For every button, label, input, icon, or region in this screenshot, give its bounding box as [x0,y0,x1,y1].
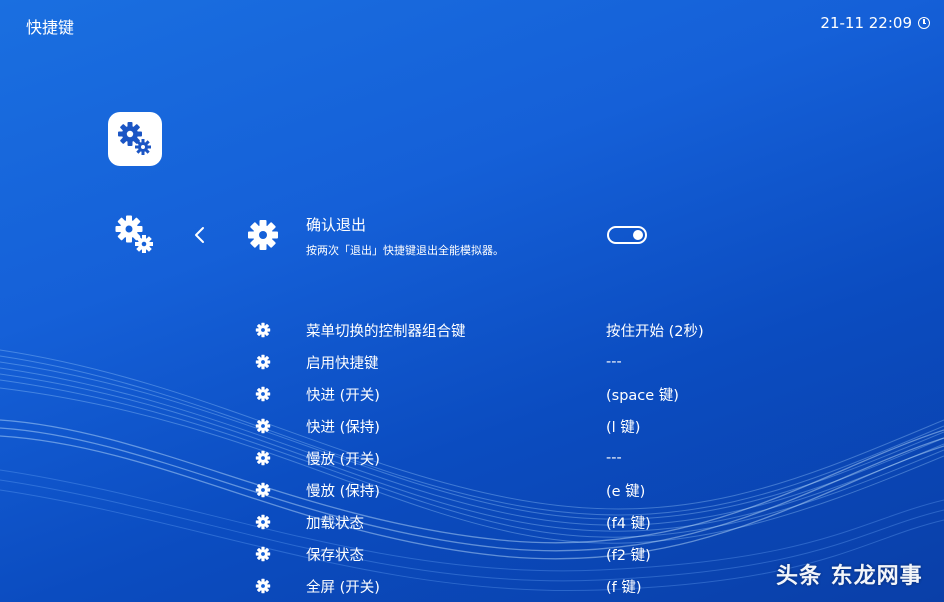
hotkey-label: 保存状态 [306,547,364,564]
gear-icon [252,319,274,341]
chevron-left-icon[interactable] [190,222,210,248]
gear-icon [252,351,274,373]
hotkey-value: (space 键) [606,387,679,404]
hotkey-value: (f2 键) [606,547,651,564]
hotkey-label: 快进 (开关) [306,387,380,404]
selected-setting-title: 确认退出 [306,216,367,234]
hotkey-value: (e 键) [606,483,646,500]
hotkey-row-slow-motion-toggle[interactable]: 慢放 (开关) --- [252,442,932,474]
hotkey-value: --- [606,450,622,466]
gears-icon [118,122,151,155]
hotkey-row-fast-forward-toggle[interactable]: 快进 (开关) (space 键) [252,378,932,410]
hotkey-label: 快进 (保持) [306,419,380,436]
hotkey-label: 加载状态 [306,515,364,532]
hotkey-row-load-state[interactable]: 加载状态 (f4 键) [252,506,932,538]
gear-icon [248,220,278,250]
hotkey-label: 启用快捷键 [306,355,379,372]
confirm-quit-toggle[interactable] [607,226,647,244]
hotkey-label: 慢放 (开关) [306,451,380,468]
toggle-knob [633,230,643,240]
gear-icon [252,447,274,469]
clock-text: 21-11 22:09 [820,14,912,32]
hotkey-row-slow-motion-hold[interactable]: 慢放 (保持) (e 键) [252,474,932,506]
watermark: 头条 东龙网事 [776,564,923,589]
gear-icon [252,415,274,437]
settings-app-icon [108,112,162,166]
hotkey-value: --- [606,354,622,370]
selected-setting-description: 按两次「退出」快捷键退出全能模拟器。 [306,244,504,257]
gear-icon [252,575,274,597]
gear-icon [252,383,274,405]
clock-icon [918,17,930,29]
hotkey-row-fast-forward-hold[interactable]: 快进 (保持) (l 键) [252,410,932,442]
page-title: 快捷键 [26,18,75,37]
hotkey-label: 菜单切换的控制器组合键 [306,323,466,340]
hotkey-value: (f 键) [606,579,642,596]
clock: 21-11 22:09 [820,14,930,32]
hotkey-label: 慢放 (保持) [306,483,380,500]
hotkey-value: 按住开始 (2秒) [606,323,704,340]
gear-icon [252,543,274,565]
gear-icon [252,511,274,533]
gears-icon [115,215,153,253]
hotkey-value: (l 键) [606,419,641,436]
hotkey-row-enable-hotkey[interactable]: 启用快捷键 --- [252,346,932,378]
gear-icon [252,479,274,501]
hotkey-value: (f4 键) [606,515,651,532]
hotkey-label: 全屏 (开关) [306,579,380,596]
hotkey-row-menu-toggle[interactable]: 菜单切换的控制器组合键 按住开始 (2秒) [252,314,932,346]
